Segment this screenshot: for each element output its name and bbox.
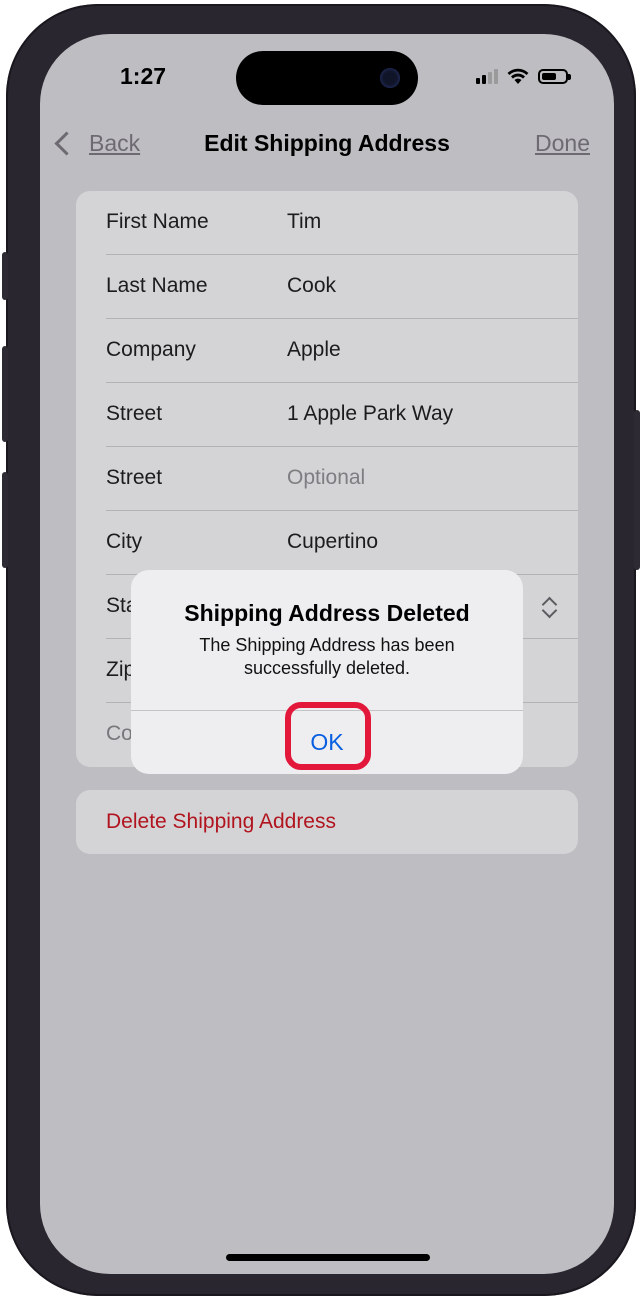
volume-up-button	[2, 346, 8, 442]
cellular-signal-icon	[476, 68, 498, 84]
field-label: First Name	[106, 210, 209, 233]
street-2-field[interactable]: Optional	[287, 466, 365, 490]
city-field[interactable]: Cupertino	[287, 530, 378, 554]
form-row-street-2[interactable]: Street Optional	[76, 447, 578, 511]
alert-message: The Shipping Address has been successful…	[199, 635, 455, 678]
status-time: 1:27	[120, 63, 167, 89]
side-button	[634, 410, 640, 570]
action-button	[2, 252, 8, 300]
form-row-last-name[interactable]: Last Name Cook	[76, 255, 578, 319]
delete-shipping-address-button[interactable]: Delete Shipping Address	[76, 790, 578, 854]
screen: 1:27 Back Edit Shipping Address Done Fir…	[40, 34, 614, 1274]
page-title: Edit Shipping Address	[204, 130, 450, 156]
home-indicator[interactable]	[226, 1254, 430, 1261]
field-label: City	[106, 530, 143, 553]
battery-icon	[538, 68, 571, 84]
company-field[interactable]: Apple	[287, 338, 341, 362]
status-icons	[476, 67, 571, 85]
dynamic-island	[236, 51, 418, 105]
street-field[interactable]: 1 Apple Park Way	[287, 402, 453, 426]
up-down-chevron-icon[interactable]	[541, 596, 558, 619]
alert-title: Shipping Address Deleted	[184, 600, 470, 626]
tap-highlight-outline	[285, 702, 371, 770]
field-label: Last Name	[106, 274, 208, 297]
form-row-city[interactable]: City Cupertino	[76, 511, 578, 575]
camera-icon	[380, 68, 400, 88]
field-label: Street	[106, 466, 163, 489]
field-label: Co	[106, 722, 133, 745]
wifi-icon	[507, 68, 529, 84]
volume-down-button	[2, 472, 8, 568]
form-row-street-1[interactable]: Street 1 Apple Park Way	[76, 383, 578, 447]
first-name-field[interactable]: Tim	[287, 210, 321, 234]
done-button[interactable]: Done	[535, 130, 590, 157]
navigation-bar: Back Edit Shipping Address Done	[40, 124, 614, 168]
field-label: Street	[106, 402, 163, 425]
phone-frame: 1:27 Back Edit Shipping Address Done Fir…	[2, 4, 640, 1296]
form-row-company[interactable]: Company Apple	[76, 319, 578, 383]
form-row-first-name[interactable]: First Name Tim	[76, 191, 578, 255]
field-label: Company	[106, 338, 196, 361]
delete-label: Delete Shipping Address	[106, 810, 336, 833]
last-name-field[interactable]: Cook	[287, 274, 336, 298]
